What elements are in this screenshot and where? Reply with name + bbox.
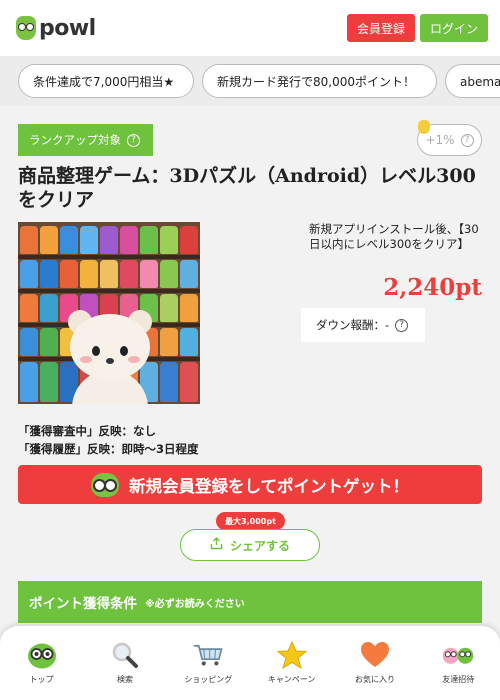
magnifier-icon	[109, 640, 141, 670]
nav-item-campaign[interactable]: キャンペーン	[250, 626, 333, 700]
max-points-badge: 最大3,000pt	[216, 512, 285, 535]
campaign-tag[interactable]: abemaプ	[445, 64, 500, 98]
share-label: シェアする	[229, 538, 290, 553]
share-button[interactable]: シェアする	[180, 529, 320, 561]
cart-icon	[192, 640, 224, 670]
nav-label: 検索	[116, 675, 133, 684]
conditions-note: ※必ずお読みください	[145, 598, 245, 610]
reflect-pending-text: 「獲得審査中」反映：なし	[18, 424, 156, 438]
reflect-history-text: 「獲得履歴」反映：即時～3日程度	[18, 442, 199, 456]
nav-item-top[interactable]: トップ	[0, 626, 83, 700]
nav-item-search[interactable]: 検索	[83, 626, 166, 700]
help-icon[interactable]: ?	[460, 133, 474, 147]
owl-icon	[90, 472, 119, 497]
share-icon	[210, 537, 223, 553]
site-header: POWL 会員登録 ログイン	[0, 0, 500, 56]
down-reward-label: ダウン報酬：-	[316, 318, 390, 332]
bottom-nav: トップ 検索 ショッピング キャンペーン お気に入り 友達招待	[0, 626, 500, 700]
offer-title: 商品整理ゲーム：3Dパズル（Android）レベル300をクリア	[18, 165, 476, 211]
login-button[interactable]: ログイン	[420, 14, 488, 42]
down-reward-box[interactable]: ダウン報酬：- ?	[301, 308, 425, 342]
nav-label: トップ	[29, 675, 54, 684]
nav-item-invite[interactable]: 友達招待	[417, 626, 500, 700]
nav-label: キャンペーン	[267, 675, 316, 684]
nav-item-favorites[interactable]: お気に入り	[333, 626, 416, 700]
nav-label: ショッピング	[184, 675, 233, 684]
nav-item-shopping[interactable]: ショッピング	[167, 626, 250, 700]
nav-label: お気に入り	[354, 675, 395, 684]
owl-logo-icon	[16, 16, 36, 40]
offer-image	[18, 222, 200, 404]
campaign-tag[interactable]: 新規カード発行で80,000ポイント！	[202, 64, 437, 98]
rank-up-badge[interactable]: ランクアップ対象 ?	[18, 124, 153, 156]
help-icon[interactable]: ?	[127, 133, 140, 147]
offer-points: 2,240pt	[383, 274, 482, 301]
conditions-header: ポイント獲得条件 ※必ずお読みください	[18, 581, 482, 623]
offer-detail: ランクアップ対象 ? +1% ? 商品整理ゲーム：3Dパズル（Android）レ…	[0, 106, 500, 700]
campaign-tag[interactable]: 条件達成で7,000円相当★	[18, 64, 194, 98]
help-icon[interactable]: ?	[395, 318, 409, 332]
owl-icon	[26, 640, 58, 670]
nav-label: 友達招待	[442, 675, 475, 684]
friends-icon	[442, 640, 474, 670]
rate-text: +1%	[425, 133, 455, 147]
conditions-title: ポイント獲得条件	[29, 596, 137, 612]
register-cta-button[interactable]: 新規会員登録をしてポイントゲット！	[18, 465, 482, 504]
bear-illustration	[62, 310, 158, 404]
cta-label: 新規会員登録をしてポイントゲット！	[128, 476, 409, 496]
logo-text: POWL	[39, 15, 96, 41]
offer-description: 新規アプリインストール後、【30日以内にレベル300をクリア】	[309, 222, 479, 251]
hand-icon	[418, 120, 430, 134]
campaign-tag-bar[interactable]: 条件達成で7,000円相当★ 新規カード発行で80,000ポイント！ abema…	[0, 56, 500, 106]
star-icon	[276, 640, 308, 670]
heart-icon	[359, 640, 391, 670]
powl-logo[interactable]: POWL	[16, 14, 96, 42]
rank-badge-label: ランクアップ対象	[29, 133, 121, 147]
register-button[interactable]: 会員登録	[347, 14, 415, 42]
reflection-info: 「獲得審査中」反映：なし 「獲得履歴」反映：即時～3日程度	[18, 422, 199, 458]
